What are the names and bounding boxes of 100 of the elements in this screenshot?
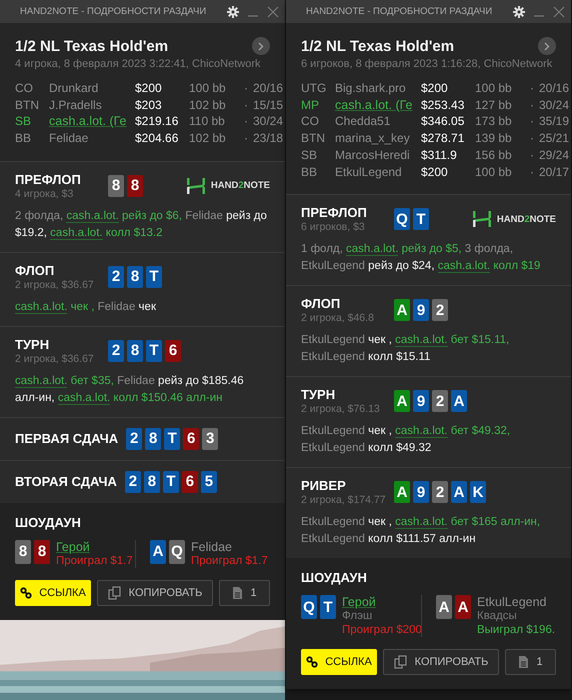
link-button[interactable]: ССЫЛКА [15, 580, 91, 606]
player-link[interactable]: cash.a.lot. [395, 516, 448, 530]
player-name: Chedda51 [335, 113, 392, 130]
player-stack: $200 [135, 80, 163, 97]
player-stats: 35/19 [539, 113, 570, 130]
close-icon[interactable] [553, 6, 565, 18]
player-link[interactable]: cash.a.lot. [395, 334, 448, 348]
player-name[interactable]: Герой [56, 540, 133, 554]
copy-button[interactable]: КОПИРОВАТЬ [383, 649, 499, 676]
player-position: BTN [301, 130, 326, 147]
action-text: EtkulLegend чек , cash.a.lot. бет $15.11, EtkulLegend колл $15.11 [301, 333, 510, 366]
street-title: ФЛОП [301, 296, 342, 312]
window-title: HAND2NOTE - ПОДРОБНОСТИ РАЗДАЧИ [20, 6, 208, 17]
close-icon[interactable] [267, 6, 279, 18]
player-link[interactable]: cash.a.lot. [58, 392, 110, 405]
hand-info: 6 игроков, 8 февраля 2023 1:16:28, ChicoNetwork [301, 58, 554, 70]
playing-card: 8 [127, 174, 143, 197]
player-link[interactable]: cash.a.lot. [346, 243, 398, 256]
player-stack: $200 [421, 80, 449, 97]
street-info: 2 игрока, $174.77 [301, 494, 386, 506]
big-blinds: 156 bb [475, 146, 513, 164]
player-link[interactable]: cash.a.lot. [438, 260, 490, 274]
playing-card: 8 [145, 428, 162, 450]
player-link[interactable]: cash.a.lot. [15, 300, 68, 314]
player-stats: 23/18 [253, 130, 284, 147]
player-name: Felidae [191, 540, 233, 554]
player-stack: $311.9 [421, 146, 458, 164]
playing-card: A [455, 595, 471, 620]
link-icon [306, 656, 318, 668]
action-text: EtkulLegend чек , cash.a.lot. бет $165 алл-ин, EtkulLegend колл $111.57 алл-ин [301, 515, 542, 548]
playing-card: T [413, 208, 429, 230]
street-title: ПЕРВАЯ СДАЧА [15, 431, 118, 446]
hand-info: 4 игрока, 8 февраля 2023 3:22:41, ChicoNetwork [15, 58, 262, 70]
player-stats: 29/24 [539, 146, 570, 164]
settings-icon[interactable] [513, 6, 525, 18]
showdown-title: ШОУДАУН [15, 514, 82, 530]
player-position: BB [301, 164, 318, 180]
player-link[interactable]: cash.a.lot. [50, 226, 103, 240]
player-name: Big.shark.pro [335, 80, 407, 97]
big-blinds: 100 bb [475, 80, 513, 97]
hands-button[interactable]: 1 [219, 580, 270, 606]
player-name[interactable]: cash.a.lot. (Ге [49, 113, 135, 130]
player-stack: $200 [421, 164, 449, 180]
street-info: 2 игрока, $36.67 [15, 352, 95, 365]
playing-card: A [394, 390, 410, 412]
logo-icon [186, 178, 205, 194]
playing-card: A [394, 299, 410, 322]
player-link[interactable]: cash.a.lot. [15, 374, 68, 388]
player-name: EtkulLegend [477, 595, 548, 610]
copy-icon [108, 586, 122, 600]
player-name: Felidae [49, 130, 90, 147]
big-blinds: 139 bb [475, 130, 513, 147]
action-text: cash.a.lot. бет $35, Felidae рейз до $185.46 алл-ин, cash.a.lot. колл $150.46 алл-ин [15, 374, 245, 407]
result-text: Проиграл $1.7 [56, 554, 133, 568]
separator-dot: · [243, 96, 249, 114]
copy-button[interactable]: КОПИРОВАТЬ [97, 580, 213, 606]
player-stack: $204.66 [135, 130, 180, 147]
player-name[interactable]: cash.a.lot. (Ге [335, 96, 421, 114]
next-button[interactable] [538, 37, 556, 55]
playing-card: Q [394, 208, 410, 230]
street-title: ПРЕФЛОП [15, 172, 82, 187]
playing-card: 8 [144, 470, 160, 493]
separator-dot: · [529, 146, 535, 164]
action-text: cash.a.lot. чек , Felidae чек [15, 300, 157, 316]
chevron-right-icon [544, 42, 550, 50]
playing-card: A [451, 390, 467, 412]
playing-card: 8 [34, 540, 50, 564]
player-name[interactable]: Герой [342, 595, 421, 610]
playing-card: 6 [182, 470, 198, 493]
player-position: UTG [301, 80, 328, 97]
playing-card: A [436, 595, 452, 620]
playing-card: 2 [432, 299, 448, 322]
playing-card: 8 [108, 174, 124, 197]
playing-card: Q [169, 540, 185, 564]
hand-rank: Флэш [342, 609, 374, 624]
player-name: marina_x_key [335, 130, 411, 147]
separator-dot: · [529, 113, 535, 130]
settings-icon[interactable] [227, 6, 239, 18]
playing-card: 2 [432, 390, 448, 412]
playing-card: 5 [200, 470, 217, 493]
game-title: 1/2 NL Texas Hold'em [301, 38, 456, 54]
separator-dot: · [529, 130, 535, 147]
chevron-right-icon [258, 42, 264, 50]
playing-card: T [320, 595, 336, 620]
separator-dot: · [243, 113, 249, 130]
player-position: MP [301, 96, 320, 114]
playing-card: 2 [432, 481, 448, 504]
logo-icon [472, 211, 491, 228]
playing-card: A [451, 481, 467, 504]
player-position: BTN [15, 96, 40, 114]
player-stack: $346.05 [421, 113, 466, 130]
next-button[interactable] [252, 37, 270, 55]
player-link[interactable]: cash.a.lot. [395, 425, 448, 438]
big-blinds: 102 bb [189, 130, 227, 147]
link-icon [20, 586, 32, 599]
hands-button[interactable]: 1 [505, 649, 556, 676]
big-blinds: 100 bb [475, 164, 513, 180]
street-title: ТУРН [301, 387, 336, 402]
link-button[interactable]: ССЫЛКА [301, 649, 377, 676]
player-link[interactable]: cash.a.lot. [66, 210, 119, 223]
